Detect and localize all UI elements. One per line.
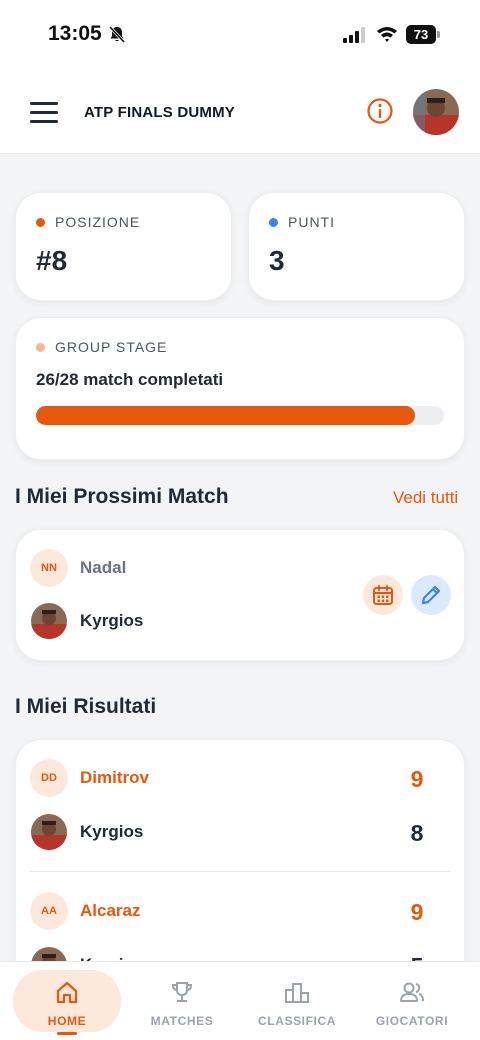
orange-dot-icon	[36, 217, 45, 227]
match-player-row: Kyrgios	[31, 603, 143, 639]
hamburger-menu-icon[interactable]	[30, 102, 58, 124]
result-player-row: Kyrgios	[31, 814, 143, 850]
matches-completed-text: 26/28 match completati	[36, 370, 224, 389]
signal-icon	[343, 27, 365, 43]
result-player-row: DD Dimitrov	[30, 759, 149, 797]
battery-level: 73	[413, 27, 429, 42]
home-icon	[56, 981, 78, 1004]
upcoming-match-card[interactable]: NN Nadal Kyrgios	[15, 529, 465, 661]
progress-bar	[36, 406, 444, 425]
info-icon[interactable]	[366, 97, 394, 125]
bottom-nav: HOME MATCHES CLASSIFICA GIOCATORI	[0, 961, 480, 1040]
loser-score: 8	[410, 820, 424, 846]
winner-score: 9	[410, 766, 424, 792]
points-card: PUNTI 3	[248, 192, 465, 301]
nav-active-indicator	[57, 1032, 77, 1035]
match-player-row: NN Nadal	[30, 549, 126, 587]
nav-giocatori[interactable]: GIOCATORI	[358, 970, 466, 1032]
peach-dot-icon	[36, 342, 45, 352]
app-header: ATP FINALS DUMMY	[0, 72, 480, 154]
player-initials-avatar: AA	[30, 892, 68, 930]
status-time: 13:05	[48, 22, 102, 45]
nav-matches[interactable]: MATCHES	[128, 970, 236, 1032]
nav-giocatori-label: GIOCATORI	[375, 1014, 449, 1028]
progress-fill	[36, 406, 416, 425]
nav-home-label: HOME	[47, 1014, 87, 1028]
pencil-icon	[421, 585, 441, 605]
users-icon	[400, 982, 424, 1002]
wifi-icon	[377, 27, 397, 42]
edit-result-button[interactable]	[411, 575, 451, 615]
nav-classifica[interactable]: CLASSIFICA	[243, 970, 351, 1032]
nav-matches-label: MATCHES	[150, 1014, 214, 1028]
battery-icon: 73	[406, 25, 440, 44]
podium-icon	[285, 983, 309, 1003]
calendar-icon	[373, 585, 393, 605]
status-bar: 13:05 73	[0, 0, 480, 72]
points-value: 3	[269, 245, 285, 276]
player-initials-avatar: DD	[30, 759, 68, 797]
my-results-title: I Miei Risultati	[15, 695, 157, 718]
opponent-name: Nadal	[80, 558, 127, 577]
trophy-icon	[171, 982, 193, 1002]
winner-name: Dimitrov	[80, 768, 149, 787]
position-card: POSIZIONE #8	[15, 192, 232, 301]
player-avatar	[31, 603, 67, 639]
upcoming-matches-title: I Miei Prossimi Match	[15, 485, 229, 508]
app-title: ATP FINALS DUMMY	[84, 104, 235, 121]
bell-off-icon	[108, 25, 126, 44]
see-all-link[interactable]: Vedi tutti	[393, 488, 458, 508]
result-player-row: AA Alcaraz	[30, 892, 140, 930]
group-stage-card: GROUP STAGE 26/28 match completati	[15, 317, 465, 460]
blue-dot-icon	[269, 217, 278, 227]
nav-classifica-label: CLASSIFICA	[258, 1014, 336, 1028]
group-stage-label: GROUP STAGE	[55, 339, 168, 355]
divider	[30, 871, 450, 872]
loser-name: Kyrgios	[80, 822, 144, 841]
position-label: POSIZIONE	[55, 214, 141, 230]
winner-name: Alcaraz	[80, 901, 141, 920]
player-initials-avatar: NN	[30, 549, 68, 587]
points-label: PUNTI	[288, 214, 335, 230]
winner-score: 9	[410, 899, 424, 925]
schedule-button[interactable]	[363, 575, 403, 615]
my-player-name: Kyrgios	[80, 611, 144, 630]
nav-home[interactable]: HOME	[13, 970, 121, 1032]
player-avatar	[31, 814, 67, 850]
user-avatar[interactable]	[413, 89, 459, 135]
position-value: #8	[36, 245, 68, 276]
